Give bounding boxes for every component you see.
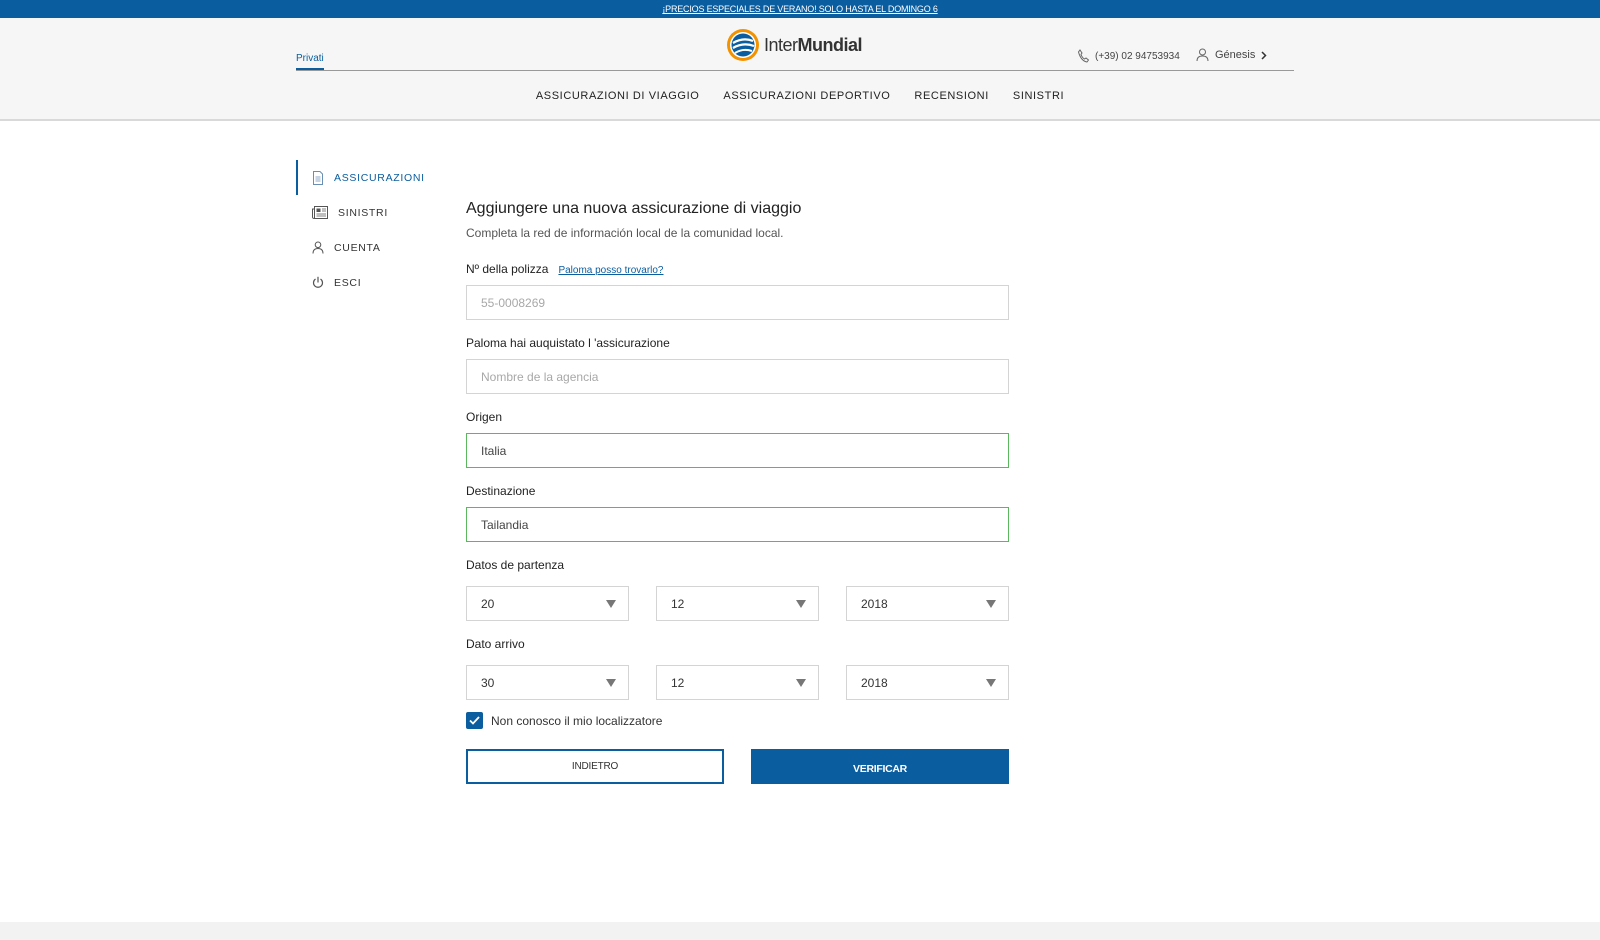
- arrival-month-select[interactable]: 12: [656, 665, 819, 700]
- form-subtitle: Completa la red de información local de …: [466, 226, 784, 240]
- document-icon: [313, 170, 323, 185]
- selected-value: 2018: [861, 596, 888, 611]
- account-sidebar: ASSICURAZIONI SINISTRI CUENTA ESCI: [296, 160, 436, 300]
- no-locator-label: Non conosco il mio localizzatore: [491, 713, 663, 728]
- selected-value: 30: [481, 675, 495, 690]
- no-locator-option: Non conosco il mio localizzatore: [466, 712, 1009, 729]
- destination-input[interactable]: [466, 507, 1009, 542]
- main-nav: ASSICURAZIONI DI VIAGGIO ASSICURAZIONI D…: [0, 90, 1600, 102]
- selected-value: 2018: [861, 675, 888, 690]
- site-header: Privati InterMundial (+39) 02 94753934 G…: [0, 18, 1600, 121]
- origin-label: Origen: [466, 410, 503, 424]
- selected-value: 12: [671, 596, 685, 611]
- dropdown-caret-icon: [606, 678, 616, 687]
- sidebar-item-label: ESCI: [334, 276, 362, 289]
- nav-item-travel-insurance[interactable]: ASSICURAZIONI DI VIAGGIO: [536, 90, 700, 102]
- arrival-year-select[interactable]: 2018: [846, 665, 1009, 700]
- arrival-date-field: Dato arrivo 30 12 2018: [466, 637, 1009, 700]
- back-button[interactable]: INDIETRO: [466, 749, 724, 784]
- departure-year-select[interactable]: 2018: [846, 586, 1009, 621]
- destination-field: Destinazione: [466, 484, 1009, 542]
- agency-field: Paloma hai auquistato l 'assicurazione: [466, 336, 1009, 394]
- power-icon: [312, 276, 324, 288]
- dropdown-caret-icon: [796, 678, 806, 687]
- departure-date-field: Datos de partenza 20 12 2018: [466, 558, 1009, 621]
- nav-item-claims[interactable]: SINISTRI: [1013, 90, 1064, 102]
- departure-day-select[interactable]: 20: [466, 586, 629, 621]
- departure-date-label: Datos de partenza: [466, 558, 565, 572]
- globe-logo-icon: [727, 29, 759, 61]
- dropdown-caret-icon: [796, 599, 806, 608]
- policy-number-input[interactable]: [466, 285, 1009, 320]
- sidebar-item-label: CUENTA: [334, 241, 381, 254]
- sidebar-item-claims[interactable]: SINISTRI: [296, 195, 436, 230]
- user-account-link[interactable]: Génesis: [1196, 48, 1267, 62]
- segment-tab-privati[interactable]: Privati: [296, 53, 324, 70]
- sidebar-item-account[interactable]: CUENTA: [296, 230, 436, 265]
- origin-input[interactable]: [466, 433, 1009, 468]
- origin-field: Origen: [466, 410, 1009, 468]
- selected-value: 12: [671, 675, 685, 690]
- phone-icon: [1077, 49, 1089, 63]
- sidebar-item-insurances[interactable]: ASSICURAZIONI: [296, 160, 436, 195]
- phone-number: (+39) 02 94753934: [1095, 50, 1180, 62]
- nav-item-reviews[interactable]: RECENSIONI: [914, 90, 988, 102]
- verify-button[interactable]: VERIFICAR: [751, 749, 1009, 784]
- form-actions: INDIETRO VERIFICAR: [466, 749, 1009, 784]
- where-to-find-link[interactable]: Paloma posso trovarlo?: [558, 265, 663, 276]
- promo-link[interactable]: ¡PRECIOS ESPECIALES DE VERANO! SOLO HAST…: [662, 4, 937, 14]
- agency-input[interactable]: [466, 359, 1009, 394]
- contact-phone[interactable]: (+39) 02 94753934: [1077, 49, 1180, 63]
- dropdown-caret-icon: [606, 599, 616, 608]
- user-name: Génesis: [1215, 49, 1256, 61]
- user-icon: [1196, 48, 1209, 62]
- agency-label: Paloma hai auquistato l 'assicurazione: [466, 336, 670, 350]
- checkmark-icon: [469, 716, 480, 725]
- selected-value: 20: [481, 596, 495, 611]
- sidebar-item-label: SINISTRI: [338, 206, 388, 219]
- no-locator-checkbox[interactable]: [466, 712, 483, 729]
- dropdown-caret-icon: [986, 599, 996, 608]
- policy-number-field: Nº della polizza Paloma posso trovarlo?: [466, 262, 1009, 320]
- footer-strip: [0, 922, 1600, 940]
- arrival-day-select[interactable]: 30: [466, 665, 629, 700]
- header-divider: [296, 70, 1294, 71]
- policy-number-label: Nº della polizza: [466, 262, 549, 276]
- user-icon: [312, 241, 324, 254]
- intermundial-logo[interactable]: InterMundial: [726, 28, 863, 62]
- form-title: Aggiungere una nuova assicurazione di vi…: [466, 200, 802, 217]
- dropdown-caret-icon: [986, 678, 996, 687]
- departure-month-select[interactable]: 12: [656, 586, 819, 621]
- logo-text: InterMundial: [764, 34, 863, 55]
- sidebar-item-logout[interactable]: ESCI: [296, 265, 436, 300]
- add-insurance-form: Aggiungere una nuova assicurazione di vi…: [466, 200, 1009, 784]
- newspaper-icon: [312, 206, 328, 219]
- promo-bar: ¡PRECIOS ESPECIALES DE VERANO! SOLO HAST…: [0, 0, 1600, 18]
- nav-item-sports-insurance[interactable]: ASSICURAZIONI DEPORTIVO: [723, 90, 890, 102]
- arrival-date-label: Dato arrivo: [466, 637, 525, 651]
- destination-label: Destinazione: [466, 484, 536, 498]
- chevron-right-icon: [1261, 50, 1267, 60]
- sidebar-item-label: ASSICURAZIONI: [334, 171, 425, 184]
